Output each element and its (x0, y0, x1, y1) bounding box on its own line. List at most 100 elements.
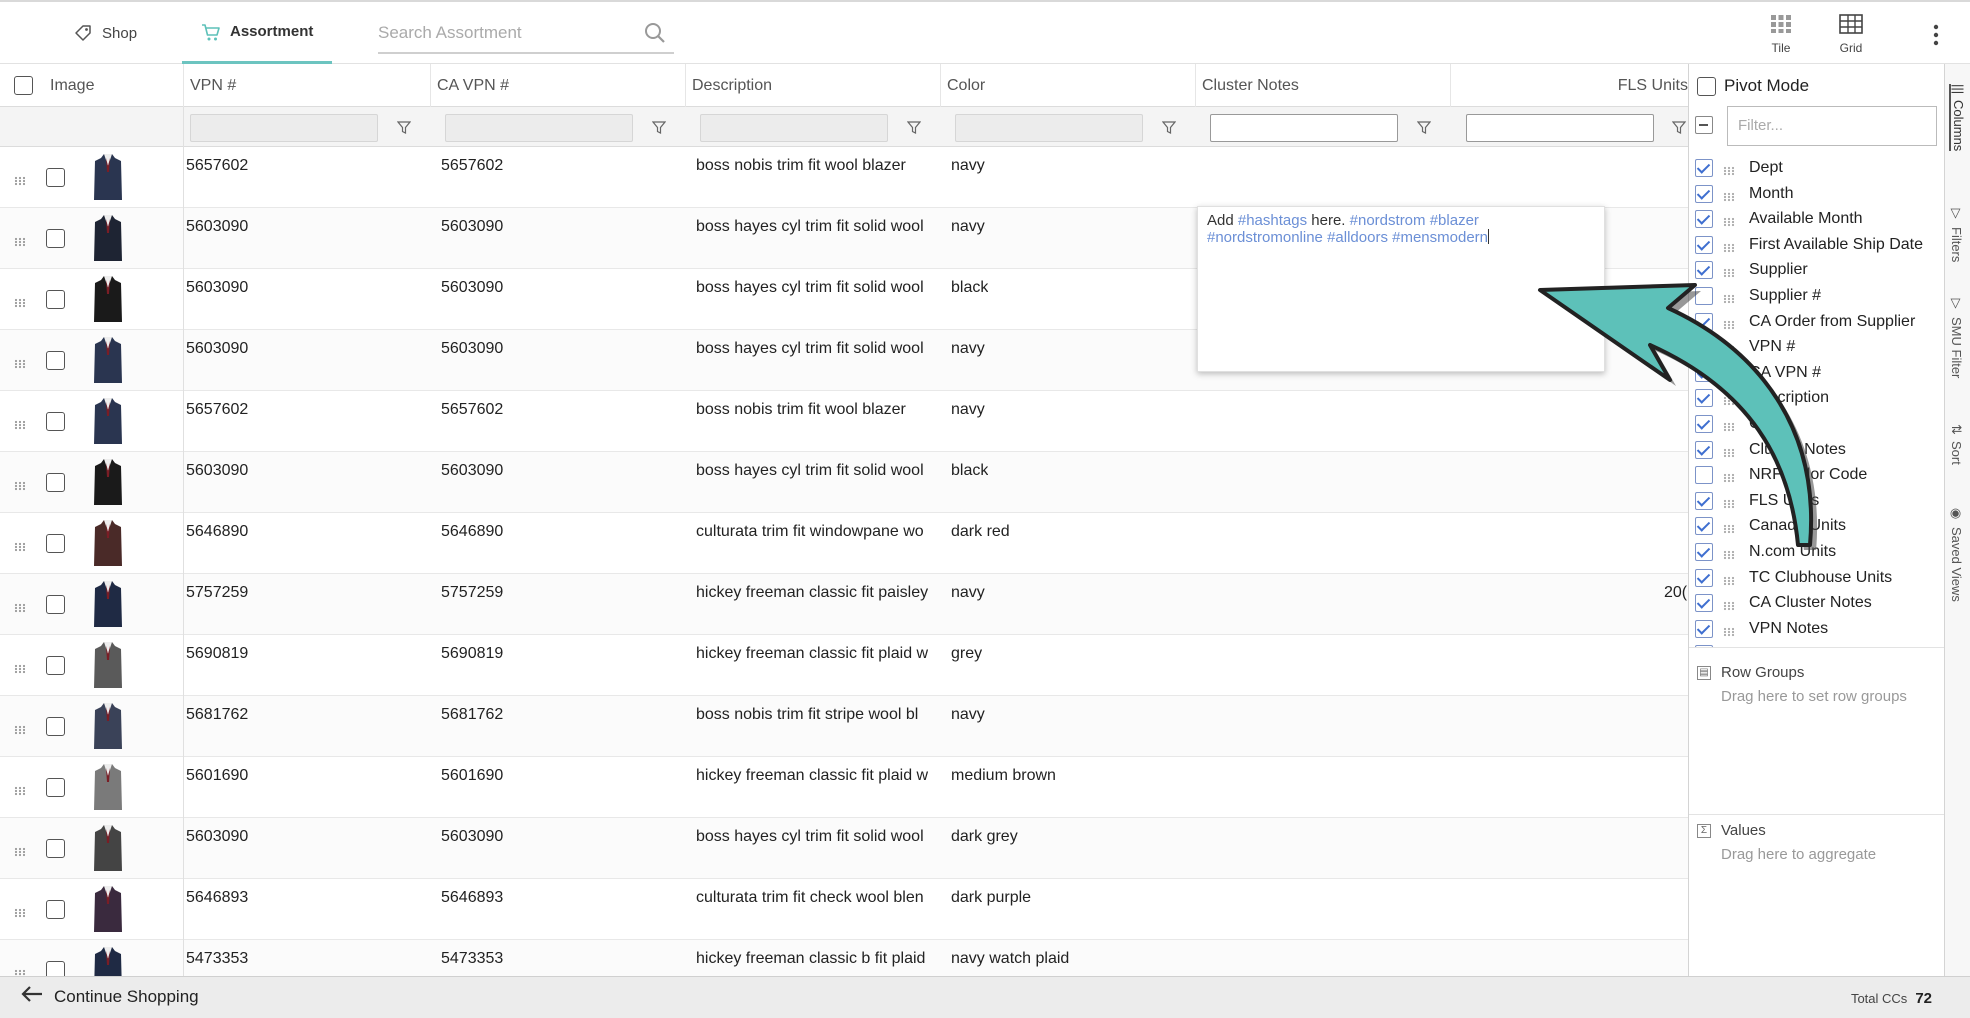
column-visibility-checkbox[interactable] (1695, 312, 1713, 331)
drag-handle-icon[interactable] (1723, 496, 1737, 508)
row-checkbox[interactable] (46, 656, 65, 675)
column-visibility-checkbox[interactable] (1695, 287, 1713, 305)
drag-handle-icon[interactable] (14, 356, 28, 369)
column-list-item[interactable]: Cluster Notes (1695, 438, 1846, 462)
row-checkbox[interactable] (46, 168, 65, 187)
column-list-item[interactable]: Cost (1695, 642, 1782, 647)
column-header-cluster-notes[interactable]: Cluster Notes (1195, 64, 1450, 107)
drag-handle-icon[interactable] (1723, 265, 1737, 278)
product-thumbnail[interactable] (93, 945, 123, 976)
row-checkbox[interactable] (46, 900, 65, 919)
column-visibility-checkbox[interactable] (1695, 210, 1713, 229)
drag-handle-icon[interactable] (1723, 342, 1737, 355)
description-filter-input[interactable] (700, 114, 888, 142)
tab-sort[interactable]: ⇅ Sort (1949, 424, 1964, 465)
drag-handle-icon[interactable] (1723, 189, 1737, 201)
product-thumbnail[interactable] (93, 396, 123, 446)
column-list-item[interactable]: Month (1695, 182, 1793, 206)
product-thumbnail[interactable] (93, 457, 123, 507)
drag-handle-icon[interactable] (1723, 393, 1737, 406)
table-row[interactable]: 5681762 5681762 boss nobis trim fit stripe… (0, 696, 1688, 757)
drag-handle-icon[interactable] (14, 722, 28, 735)
table-row[interactable]: 5603090 5603090 boss hayes cyl trim fit so… (0, 818, 1688, 879)
column-list-item[interactable]: Description (1695, 386, 1829, 410)
drag-handle-icon[interactable] (14, 478, 28, 491)
column-visibility-checkbox[interactable] (1695, 389, 1713, 408)
drag-handle-icon[interactable] (1723, 521, 1737, 534)
drag-handle-icon[interactable] (1723, 445, 1737, 457)
more-options-icon[interactable] (1932, 24, 1940, 51)
search-input[interactable] (378, 16, 628, 50)
table-row[interactable]: 5603090 5603090 boss hayes cyl trim fit so… (0, 452, 1688, 513)
table-row[interactable]: 5601690 5601690 hickey freeman classic fit… (0, 757, 1688, 818)
column-visibility-checkbox[interactable] (1695, 491, 1713, 510)
column-visibility-checkbox[interactable] (1695, 338, 1713, 357)
color-filter-input[interactable] (955, 114, 1143, 142)
column-visibility-checkbox[interactable] (1695, 619, 1713, 638)
drag-handle-icon[interactable] (1723, 624, 1737, 636)
drag-handle-icon[interactable] (1723, 214, 1737, 227)
drag-handle-icon[interactable] (1723, 163, 1737, 176)
column-list-item[interactable]: CA Order from Supplier (1695, 310, 1915, 334)
funnel-icon[interactable] (1161, 121, 1177, 139)
column-visibility-checkbox[interactable] (1695, 184, 1713, 203)
search-icon[interactable] (644, 22, 666, 49)
product-thumbnail[interactable] (93, 884, 123, 934)
column-visibility-checkbox[interactable] (1695, 517, 1713, 536)
drag-handle-icon[interactable] (14, 661, 28, 674)
column-list-item[interactable]: Available Month (1695, 207, 1863, 231)
column-filter-input[interactable]: Filter... (1727, 106, 1937, 146)
table-row[interactable]: 5473353 5473353 hickey freeman classic b f… (0, 940, 1688, 976)
drag-handle-icon[interactable] (1723, 240, 1737, 252)
row-checkbox[interactable] (46, 961, 65, 976)
column-visibility-checkbox[interactable] (1695, 363, 1713, 382)
drag-handle-icon[interactable] (1723, 470, 1737, 483)
row-checkbox[interactable] (46, 595, 65, 614)
row-checkbox[interactable] (46, 290, 65, 309)
column-list-item[interactable]: FLS Units (1695, 489, 1819, 513)
row-checkbox[interactable] (46, 351, 65, 370)
drag-handle-icon[interactable] (14, 844, 28, 857)
ca-vpn-filter-input[interactable] (445, 114, 633, 142)
table-row[interactable]: 5757259 5757259 hickey freeman classic fit… (0, 574, 1688, 635)
product-thumbnail[interactable] (93, 274, 123, 324)
column-list-item[interactable]: CA Cluster Notes (1695, 591, 1872, 615)
column-visibility-checkbox[interactable] (1695, 568, 1713, 587)
funnel-icon[interactable] (906, 121, 922, 139)
tab-assortment[interactable]: Assortment (182, 2, 332, 64)
product-thumbnail[interactable] (93, 335, 123, 385)
column-list-item[interactable]: Supplier (1695, 258, 1808, 282)
pivot-mode-checkbox[interactable] (1697, 76, 1716, 96)
tab-columns[interactable]: ||| Columns (1949, 84, 1966, 152)
column-header-description[interactable]: Description (685, 64, 940, 107)
cluster-notes-filter-input[interactable] (1210, 114, 1398, 142)
product-thumbnail[interactable] (93, 518, 123, 568)
funnel-icon[interactable] (1416, 121, 1432, 139)
product-thumbnail[interactable] (93, 823, 123, 873)
funnel-icon[interactable] (651, 121, 667, 139)
product-thumbnail[interactable] (93, 152, 123, 202)
column-list-item[interactable]: Dept (1695, 156, 1783, 180)
column-list-item[interactable]: TC Clubhouse Units (1695, 566, 1892, 590)
column-list-item[interactable]: Color (1695, 412, 1787, 436)
select-all-checkbox[interactable] (14, 76, 33, 95)
column-list-item[interactable]: VPN # (1695, 335, 1795, 359)
drag-handle-icon[interactable] (1723, 419, 1737, 432)
pivot-mode-toggle[interactable]: Pivot Mode (1697, 74, 1809, 98)
column-header-color[interactable]: Color (940, 64, 1195, 107)
drag-handle-icon[interactable] (14, 173, 28, 186)
product-thumbnail[interactable] (93, 213, 123, 263)
column-list-item[interactable]: CA VPN # (1695, 361, 1821, 385)
column-list-item[interactable]: Canada Units (1695, 514, 1846, 538)
continue-shopping-button[interactable]: Continue Shopping (20, 985, 199, 1008)
product-thumbnail[interactable] (93, 762, 123, 812)
column-header-vpn[interactable]: VPN # (183, 64, 430, 107)
column-visibility-checkbox[interactable] (1695, 261, 1713, 280)
column-list-item[interactable]: N.com Units (1695, 540, 1836, 564)
drag-handle-icon[interactable] (1723, 598, 1737, 611)
drag-handle-icon[interactable] (14, 539, 28, 552)
table-row[interactable]: 5657602 5657602 boss nobis trim fit wool b… (0, 391, 1688, 452)
column-visibility-checkbox[interactable] (1695, 159, 1713, 177)
vpn-filter-input[interactable] (190, 114, 378, 142)
cluster-notes-editor[interactable]: Add #hashtags here. #nordstrom #blazer #… (1197, 206, 1605, 372)
